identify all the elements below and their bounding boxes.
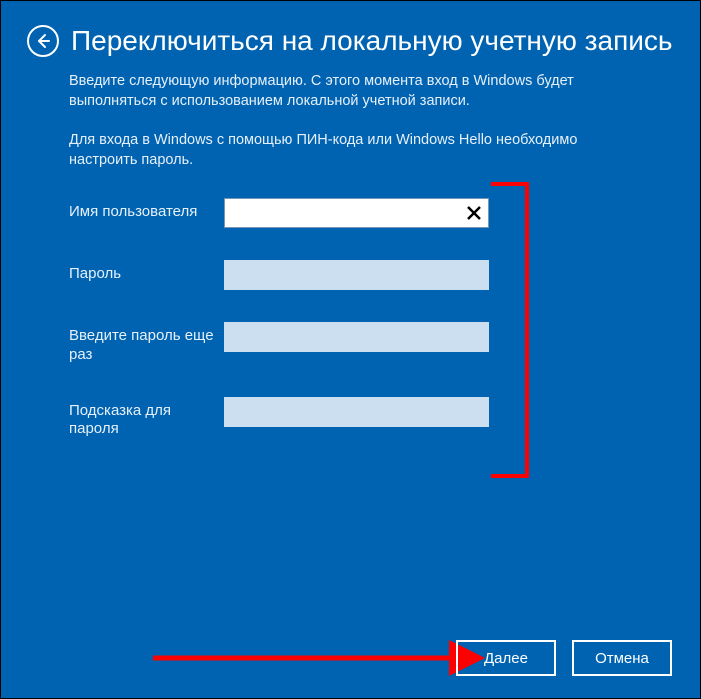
back-button[interactable] [27,25,59,57]
username-input[interactable] [224,198,489,228]
form-area: Имя пользователя Пароль Введите пароль е… [69,198,632,439]
password-hint-input[interactable] [224,397,489,427]
info-text-2: Для входа в Windows с помощью ПИН-кода и… [69,130,632,171]
password-hint-label: Подсказка для пароля [69,397,224,440]
username-label: Имя пользователя [69,198,224,222]
next-button[interactable]: Далее [456,640,556,676]
password-label: Пароль [69,260,224,284]
close-icon [466,205,482,221]
clear-input-icon[interactable] [462,201,486,225]
page-title: Переключиться на локальную учетную запис… [71,26,672,57]
cancel-button[interactable]: Отмена [572,640,672,676]
info-text-1: Введите следующую информацию. С этого мо… [69,71,632,112]
confirm-password-label: Введите пароль еще раз [69,322,224,365]
arrow-left-icon [35,33,51,49]
confirm-password-input[interactable] [224,322,489,352]
password-input[interactable] [224,260,489,290]
